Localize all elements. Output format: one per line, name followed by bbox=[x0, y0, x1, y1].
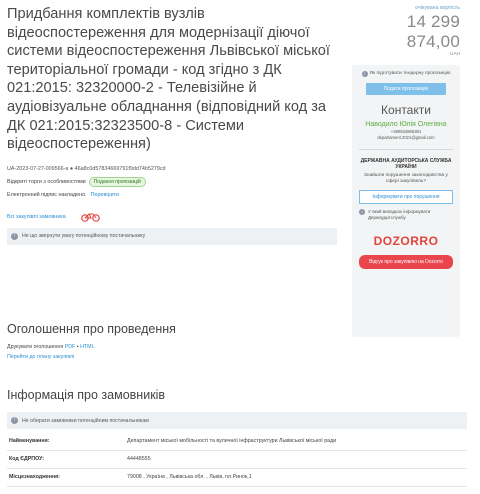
info-icon: ! bbox=[359, 209, 365, 215]
plan-link[interactable]: Перейти до плану закупівлі bbox=[7, 354, 467, 360]
audit-note[interactable]: ! У який випадках інформувати Держаудитс… bbox=[359, 209, 453, 220]
dozorro-review-button[interactable]: Відгук про закупівлю на Dozorro bbox=[359, 255, 453, 269]
customer-notify-strip[interactable]: ! Не обирати замовники потенційним поста… bbox=[7, 412, 467, 429]
divider bbox=[359, 149, 453, 150]
announcement-section: Оголошення про проведення Друкувати огол… bbox=[7, 322, 467, 360]
print-label: Друкувати оголошення bbox=[7, 344, 64, 350]
submit-offer-button[interactable]: Подати пропозицію bbox=[366, 83, 446, 95]
announcement-heading: Оголошення про проведення bbox=[7, 322, 176, 336]
row-key: Місцезнаходження: bbox=[7, 468, 125, 487]
row-value: Департамент міської мобільності та вулич… bbox=[125, 433, 467, 451]
signature-label: Електронний підпис накладено. bbox=[7, 191, 87, 198]
procedure-row: Відкриті торги з особливостями Подання п… bbox=[7, 176, 342, 187]
sidebar-box: ! Як підготувати тендерну пропозицію Под… bbox=[352, 65, 460, 337]
notify-strip[interactable]: ! Не що звернути увагу потенційному пост… bbox=[7, 227, 337, 245]
print-html-link[interactable]: HTML bbox=[80, 344, 94, 350]
contact-email: departament.2021@gmail.com bbox=[377, 135, 435, 140]
sidebar: очікувана вартість 14 299 874,00 UAH ! Я… bbox=[352, 5, 460, 337]
contact-name: Наводило Юлія Олегівна bbox=[365, 121, 447, 128]
print-pdf-link[interactable]: PDF bbox=[65, 344, 76, 350]
row-value: 79008 , Україна , Львівська обл. , Львів… bbox=[125, 468, 467, 487]
info-icon: ! bbox=[11, 417, 18, 424]
info-icon: ! bbox=[361, 71, 368, 77]
status-badge: Подання пропозицій bbox=[88, 176, 146, 187]
price-currency: UAH bbox=[449, 52, 460, 57]
table-row: Найменування: Департамент міської мобіль… bbox=[7, 433, 467, 451]
participation-note[interactable]: ! Як підготувати тендерну пропозицію bbox=[359, 71, 453, 77]
row-key: Найменування: bbox=[7, 433, 125, 451]
tender-title: Придбання комплектів вузлів відеоспостер… bbox=[7, 6, 330, 153]
customer-table: Найменування: Департамент міської мобіль… bbox=[7, 433, 467, 487]
row-value: 44448555 bbox=[125, 450, 467, 469]
row-key: Код ЄДРПОУ: bbox=[7, 450, 125, 469]
table-row: Код ЄДРПОУ: 44448555 bbox=[7, 450, 467, 469]
customer-heading: Інформація про замовників bbox=[7, 388, 166, 402]
links-row: Всі закупівлі замовника bbox=[7, 212, 342, 222]
price-label: очікувана вартість bbox=[415, 5, 460, 11]
audit-question: Знайшли порушення законодавства у сфері … bbox=[364, 173, 448, 184]
notify-text: Не що звернути увагу потенційному постач… bbox=[22, 233, 146, 240]
procedure-type: Відкриті торги з особливостями bbox=[7, 178, 86, 185]
price-amount: 14 299 874,00 bbox=[406, 12, 460, 51]
customer-section: Інформація про замовників ! Не обирати з… bbox=[7, 388, 467, 487]
audit-heading: ДЕРЖАВНА АУДИТОРСЬКА СЛУЖБА УКРАЇНИ bbox=[360, 158, 452, 170]
table-row: Місцезнаходження: 79008 , Україна , Льві… bbox=[7, 468, 467, 487]
tender-main: Придбання комплектів вузлів відеоспостер… bbox=[7, 5, 342, 245]
contacts-heading: Контакти bbox=[381, 103, 431, 117]
signature-row: Електронний підпис накладено. Перевірити bbox=[7, 192, 342, 198]
all-tenders-link[interactable]: Всі закупівлі замовника bbox=[7, 214, 66, 220]
info-icon: ! bbox=[11, 232, 18, 240]
verify-signature-link[interactable]: Перевірити bbox=[91, 192, 119, 198]
contact-phone: +380634866381 bbox=[390, 129, 422, 134]
dozorro-logo: DOZORRO bbox=[373, 234, 439, 248]
print-row: Друкувати оголошення PDF • HTML bbox=[7, 344, 95, 350]
tender-id: UA-2023-07-27-009566-a ● 46a8c0d57834669… bbox=[7, 165, 166, 172]
bicycle-icon[interactable] bbox=[80, 212, 102, 222]
inform-violation-button[interactable]: Інформувати про порушення bbox=[359, 190, 453, 204]
